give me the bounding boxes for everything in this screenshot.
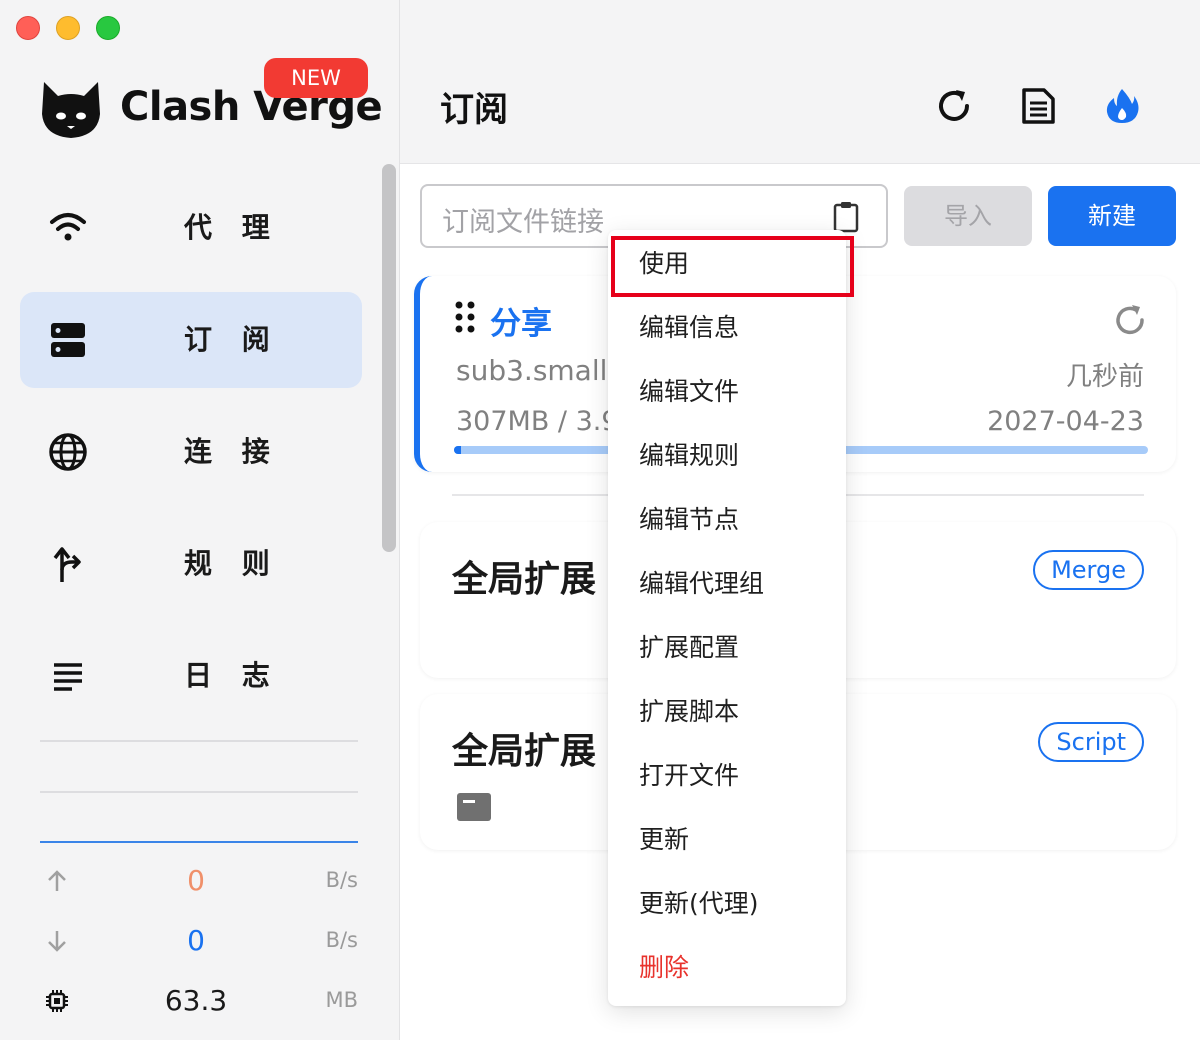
sidebar-item-label: 规 则	[184, 547, 280, 580]
download-arrow-icon	[48, 931, 66, 952]
extension-title: 全局扩展	[452, 731, 597, 772]
highlight-annotation-box	[611, 236, 854, 297]
upload-speed-unit: B/s	[325, 868, 358, 892]
menu-item-delete[interactable]: 删除	[608, 936, 846, 1000]
sidebar-item-rules[interactable]: 规 则	[20, 516, 362, 612]
profile-refresh-icon[interactable]	[1112, 302, 1148, 338]
extension-title: 全局扩展	[452, 559, 597, 600]
memory-usage-unit: MB	[325, 988, 358, 1012]
menu-item-extend-config[interactable]: 扩展配置	[608, 616, 846, 680]
menu-item-edit-file[interactable]: 编辑文件	[608, 360, 846, 424]
sidebar-item-label: 订 阅	[184, 323, 280, 356]
lines-icon	[54, 663, 82, 691]
sidebar-divider	[40, 791, 358, 793]
profile-context-menu: 使用 编辑信息 编辑文件 编辑规则 编辑节点 编辑代理组 扩展配置 扩展脚本 打…	[608, 230, 846, 1006]
sidebar-item-label: 日 志	[184, 659, 280, 692]
menu-item-update-via-proxy[interactable]: 更新(代理)	[608, 872, 846, 936]
clipboard-icon[interactable]	[832, 200, 860, 234]
download-speed-unit: B/s	[325, 928, 358, 952]
merge-tag: Merge	[1033, 550, 1144, 590]
sidebar-scrollbar[interactable]	[382, 164, 396, 552]
import-button[interactable]: 导入	[904, 186, 1032, 246]
sidebar: Clash Verge NEW 代 理 订 阅 连 接 规 则 日 志 0 B/…	[0, 0, 400, 1040]
sidebar-divider	[40, 740, 358, 742]
route-icon	[53, 547, 81, 582]
download-speed-value: 0	[187, 924, 205, 957]
server-icon	[51, 323, 85, 357]
wifi-icon	[50, 213, 86, 241]
sidebar-item-connections[interactable]: 连 接	[20, 404, 362, 500]
profile-name: 分享	[490, 306, 552, 342]
sidebar-item-proxies[interactable]: 代 理	[20, 180, 362, 276]
window-zoom-button[interactable]	[96, 16, 120, 40]
page-title: 订阅	[440, 90, 508, 130]
subscription-url-placeholder: 订阅文件链接	[442, 207, 604, 238]
sidebar-item-profiles[interactable]: 订 阅	[20, 292, 362, 388]
fire-icon[interactable]	[1102, 86, 1142, 126]
window-close-button[interactable]	[16, 16, 40, 40]
script-tag: Script	[1038, 722, 1144, 762]
menu-item-edit-groups[interactable]: 编辑代理组	[608, 552, 846, 616]
memory-chip-icon	[46, 990, 68, 1012]
memory-usage-value: 63.3	[164, 984, 228, 1017]
window-minimize-button[interactable]	[56, 16, 80, 40]
menu-item-edit-info[interactable]: 编辑信息	[608, 296, 846, 360]
drag-handle-icon[interactable]	[454, 300, 476, 334]
upload-arrow-icon	[48, 870, 66, 891]
profile-expire-date: 2027-04-23	[987, 406, 1144, 437]
menu-item-edit-proxies[interactable]: 编辑节点	[608, 488, 846, 552]
traffic-graph-baseline	[40, 841, 358, 843]
upload-speed-value: 0	[187, 864, 205, 897]
refresh-icon[interactable]	[934, 86, 974, 126]
profile-url: sub3.small	[456, 354, 608, 387]
main-header: 订阅	[400, 0, 1200, 164]
new-profile-button[interactable]: 新建	[1048, 186, 1176, 246]
sidebar-item-label: 代 理	[184, 211, 280, 244]
new-badge: NEW	[264, 58, 368, 98]
menu-item-update[interactable]: 更新	[608, 808, 846, 872]
profile-updated-time: 几秒前	[1065, 362, 1144, 392]
profile-traffic-usage: 307MB / 3.9	[456, 406, 619, 437]
menu-item-edit-rules[interactable]: 编辑规则	[608, 424, 846, 488]
globe-icon	[49, 433, 87, 471]
sidebar-item-label: 连 接	[184, 435, 280, 468]
logs-icon[interactable]	[1018, 86, 1058, 126]
sidebar-item-logs[interactable]: 日 志	[20, 628, 362, 724]
menu-item-extend-script[interactable]: 扩展脚本	[608, 680, 846, 744]
traffic-progress-fill	[454, 446, 461, 454]
menu-item-open-file[interactable]: 打开文件	[608, 744, 846, 808]
cat-logo-icon	[42, 82, 100, 138]
script-file-icon	[457, 793, 491, 821]
